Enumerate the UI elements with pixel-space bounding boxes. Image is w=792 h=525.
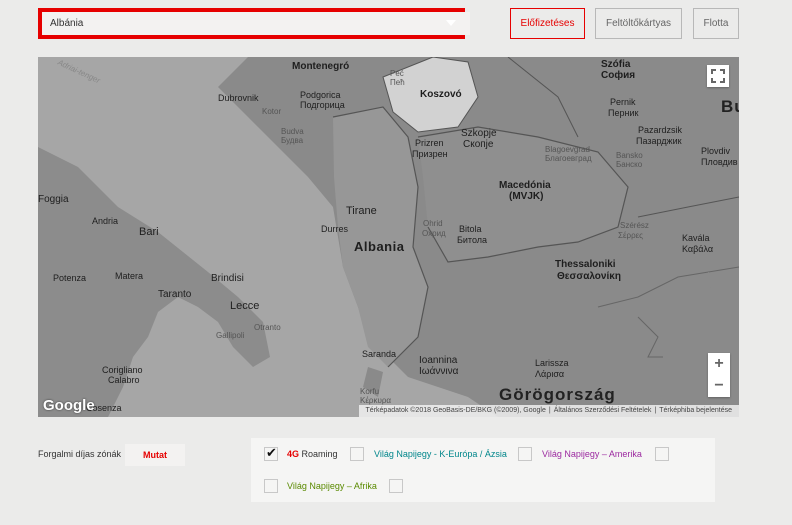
map-label-thessaloniki: Thessaloniki: [555, 259, 616, 270]
map-label-serres-gr: Σέρρες: [618, 231, 644, 240]
map-label-pernik-cyr: Перник: [608, 108, 639, 118]
map-label-andria: Andria: [92, 216, 119, 226]
map-label-kosovo: Koszovó: [420, 89, 462, 100]
coverage-map[interactable]: Montenegró Koszovó Szófia София Bu Podgo…: [38, 57, 739, 417]
map-label-matera: Matera: [115, 271, 144, 281]
map-label-plovdiv: Plovdiv: [701, 146, 731, 156]
country-select-value[interactable]: Albánia: [42, 12, 470, 35]
map-attribution: Térképadatok ©2018 GeoBasis-DE/BKG (©200…: [358, 405, 739, 417]
map-label-gallipoli: Gallipoli: [216, 331, 245, 340]
tariff-button-fleet[interactable]: Flotta: [693, 8, 739, 39]
google-logo: Google: [43, 397, 95, 414]
checkbox-unlabeled-2[interactable]: [389, 479, 403, 493]
map-label-blagoevgrad: Blagoevgrad: [545, 145, 590, 154]
zone-legend: 4G Roaming Világ Napijegy - K-Európa / Á…: [251, 438, 715, 502]
map-label-kotor: Kotor: [262, 107, 282, 116]
country-select[interactable]: Albánia: [38, 8, 470, 39]
checkbox-world-daily-africa[interactable]: [264, 479, 278, 493]
legend-label-world-daily-africa: Világ Napijegy – Afrika: [287, 481, 377, 491]
zones-label: Forgalmi díjas zónák: [38, 449, 122, 459]
map-label-budva: Budva: [281, 127, 304, 136]
map-label-skopje: Szkopje: [461, 128, 497, 139]
map-label-ohrid: Ohrid: [423, 219, 443, 228]
map-label-bulgaria-partial: Bu: [721, 97, 739, 116]
map-label-corigliano: Corigliano: [102, 365, 143, 375]
map-label-korfu: Korfu: [360, 387, 380, 396]
map-label-kavala-gr: Καβάλα: [682, 244, 714, 254]
fullscreen-button[interactable]: [707, 65, 729, 87]
map-label-tirane: Tirane: [346, 205, 377, 217]
map-label-sofia-cyr: София: [601, 70, 636, 81]
report-map-error-link[interactable]: Térképhiba bejelentése: [656, 407, 735, 414]
legend-4g-prefix: 4G: [287, 449, 300, 459]
map-label-lecce: Lecce: [230, 300, 260, 312]
map-label-kavala: Kavála: [682, 233, 710, 243]
map-label-greece: Görögország: [499, 385, 616, 404]
map-label-bitola: Bitola: [459, 224, 482, 234]
legend-label-world-daily-america: Világ Napijegy – Amerika: [542, 449, 642, 459]
map-label-ohrid-cyr: Охрид: [422, 229, 446, 238]
map-label-plovdiv-cyr: Пловдив: [701, 157, 738, 167]
map-label-brindisi: Brindisi: [211, 273, 244, 284]
zoom-out-button[interactable]: −: [708, 375, 730, 397]
checkbox-4g-roaming[interactable]: [264, 445, 278, 461]
map-label-potenza: Potenza: [53, 273, 87, 283]
map-label-pazardzhik-cyr: Пазарджик: [636, 136, 682, 146]
map-label-albania: Albania: [354, 239, 405, 254]
map-label-dubrovnik: Dubrovnik: [218, 93, 259, 103]
map-label-prizren-cyr: Призрен: [412, 149, 448, 159]
tariff-button-prepaid-postpaid[interactable]: Előfizetéses: [510, 8, 585, 39]
map-label-taranto: Taranto: [158, 289, 192, 300]
fullscreen-icon: [711, 69, 725, 83]
map-label-ioannina-gr: Ιωάννινα: [419, 366, 459, 377]
legend-label-4g-roaming: 4G Roaming: [287, 449, 338, 459]
map-label-serres: Szérész: [620, 221, 649, 230]
checkbox-world-daily-east-europe-asia[interactable]: [350, 447, 364, 461]
map-label-mvjk: (MVJK): [509, 191, 544, 202]
chevron-down-icon[interactable]: [446, 20, 456, 26]
map-label-pernik: Pernik: [610, 97, 636, 107]
map-label-blagoevgrad-cyr: Благоевград: [545, 154, 592, 163]
map-label-bari: Bari: [139, 226, 159, 238]
map-label-prizren: Prizren: [415, 138, 444, 148]
tariff-button-prepaid-card[interactable]: Feltöltőkártyas: [595, 8, 682, 39]
map-label-montenegro: Montenegró: [292, 61, 350, 72]
map-label-larissa: Larissza: [535, 358, 569, 368]
map-label-pec-cyr: Пећ: [390, 78, 405, 87]
attribution-data: Térképadatok ©2018 GeoBasis-DE/BKG (©200…: [365, 407, 546, 414]
map-label-budva-cyr: Будва: [281, 136, 304, 145]
map-label-calabro: Calabro: [108, 375, 140, 385]
map-label-bansko-cyr: Банско: [616, 160, 643, 169]
map-label-pec: Peć: [390, 69, 404, 78]
map-label-macedonia: Macedónia: [499, 180, 551, 191]
checkbox-world-daily-america[interactable]: [518, 447, 532, 461]
map-label-durres: Durres: [321, 224, 349, 234]
map-label-podgorica: Podgorica: [300, 90, 341, 100]
legend-4g-label: Roaming: [301, 449, 338, 459]
map-label-skopje-cyr: Скопје: [463, 139, 494, 150]
map-label-pazardzhik: Pazardzsik: [638, 125, 683, 135]
map-label-otranto: Otranto: [254, 323, 281, 332]
map-label-foggia: Foggia: [38, 194, 69, 205]
zoom-in-button[interactable]: +: [708, 353, 730, 375]
map-label-larissa-gr: Λάρισα: [535, 369, 565, 379]
map-label-bitola-cyr: Битола: [457, 235, 488, 245]
map-label-korfu-gr: Κέρκυρα: [360, 396, 392, 405]
legend-label-world-daily-east-europe-asia: Világ Napijegy - K-Európa / Ázsia: [374, 449, 507, 459]
map-label-saranda: Saranda: [362, 349, 397, 359]
show-zones-button[interactable]: Mutat: [125, 444, 185, 466]
map-label-sofia: Szófia: [601, 59, 631, 70]
map-label-bansko: Bansko: [616, 151, 643, 160]
checkbox-unlabeled-1[interactable]: [655, 447, 669, 461]
map-label-ioannina: Ioannina: [419, 355, 458, 366]
map-label-podgorica-cyr: Подгорица: [300, 100, 345, 110]
map-label-thessaloniki-gr: Θεσσαλονίκη: [557, 271, 621, 282]
zoom-control: + −: [708, 353, 730, 397]
attribution-terms-link[interactable]: Általános Szerződési Feltételek: [551, 407, 655, 414]
